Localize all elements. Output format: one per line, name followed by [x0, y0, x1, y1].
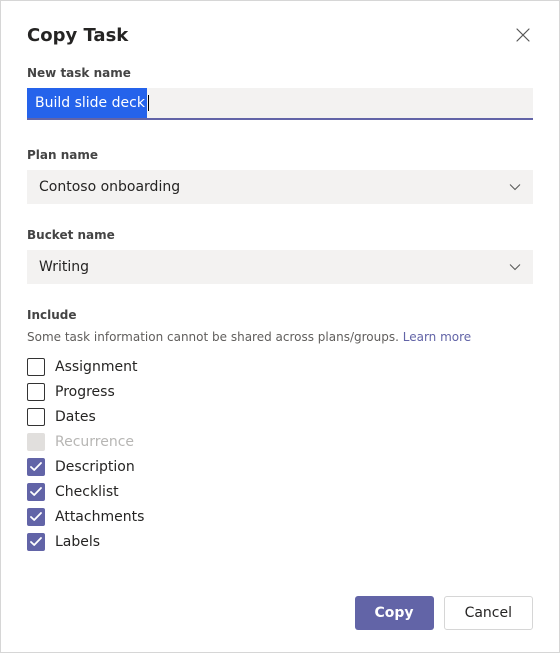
checkbox-row-checklist: Checklist: [27, 483, 533, 501]
check-icon: [30, 462, 42, 472]
chevron-down-icon: [509, 183, 521, 191]
checkbox-dates[interactable]: [27, 408, 45, 426]
close-button[interactable]: [513, 25, 533, 45]
checkbox-labels[interactable]: [27, 533, 45, 551]
checkbox-row-progress: Progress: [27, 383, 533, 401]
plan-name-label: Plan name: [27, 148, 533, 162]
plan-name-select[interactable]: Contoso onboarding: [27, 170, 533, 204]
checkbox-label-assignment: Assignment: [55, 359, 137, 375]
include-section: Include Some task information cannot be …: [27, 308, 533, 558]
checkbox-label-dates: Dates: [55, 409, 96, 425]
checkbox-label-progress: Progress: [55, 384, 115, 400]
dialog-header: Copy Task: [27, 25, 533, 46]
checkbox-assignment[interactable]: [27, 358, 45, 376]
bucket-name-select[interactable]: Writing: [27, 250, 533, 284]
dialog-title: Copy Task: [27, 25, 128, 46]
task-name-value: Build slide deck: [27, 88, 147, 118]
task-name-input[interactable]: Build slide deck: [27, 88, 533, 120]
text-caret: [148, 95, 149, 111]
task-name-selection: Build slide deck: [27, 88, 149, 118]
checkbox-row-recurrence: Recurrence: [27, 433, 533, 451]
checkbox-label-attachments: Attachments: [55, 509, 144, 525]
include-label: Include: [27, 308, 533, 322]
bucket-name-label: Bucket name: [27, 228, 533, 242]
checkbox-label-description: Description: [55, 459, 135, 475]
checkbox-row-labels: Labels: [27, 533, 533, 551]
checkbox-label-checklist: Checklist: [55, 484, 119, 500]
checkbox-recurrence: [27, 433, 45, 451]
plan-name-value: Contoso onboarding: [39, 179, 180, 195]
cancel-button[interactable]: Cancel: [444, 596, 533, 630]
checkbox-row-assignment: Assignment: [27, 358, 533, 376]
include-desc-text: Some task information cannot be shared a…: [27, 330, 403, 344]
dialog-footer: Copy Cancel: [27, 584, 533, 630]
checkbox-row-description: Description: [27, 458, 533, 476]
check-icon: [30, 487, 42, 497]
checkbox-row-dates: Dates: [27, 408, 533, 426]
check-icon: [30, 537, 42, 547]
checkbox-description[interactable]: [27, 458, 45, 476]
close-icon: [516, 28, 530, 42]
include-description: Some task information cannot be shared a…: [27, 330, 533, 344]
include-checkbox-list: Assignment Progress Dates Recurrence Descrip…: [27, 358, 533, 551]
task-name-label: New task name: [27, 66, 533, 80]
checkbox-checklist[interactable]: [27, 483, 45, 501]
checkbox-attachments[interactable]: [27, 508, 45, 526]
chevron-down-icon: [509, 263, 521, 271]
checkbox-label-recurrence: Recurrence: [55, 434, 134, 450]
checkbox-progress[interactable]: [27, 383, 45, 401]
checkbox-row-attachments: Attachments: [27, 508, 533, 526]
bucket-name-value: Writing: [39, 259, 89, 275]
check-icon: [30, 512, 42, 522]
checkbox-label-labels: Labels: [55, 534, 100, 550]
learn-more-link[interactable]: Learn more: [403, 330, 471, 344]
copy-button[interactable]: Copy: [355, 596, 434, 630]
